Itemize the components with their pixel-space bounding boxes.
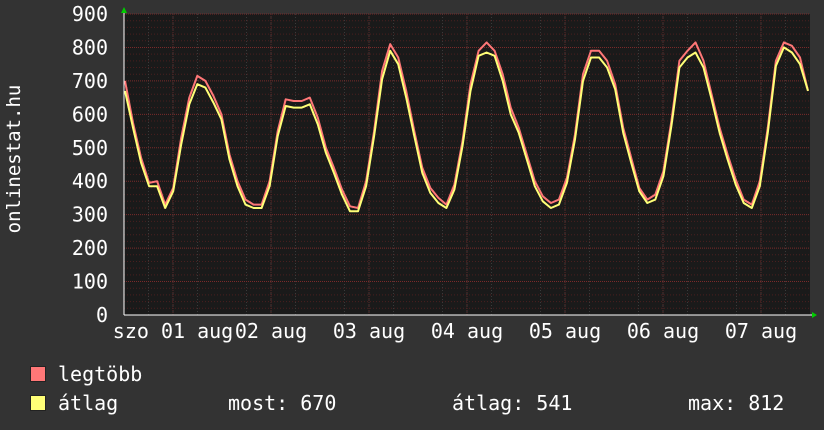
legend-item-avg: átlag <box>30 391 118 415</box>
x-tick-label: 06 aug <box>627 319 699 343</box>
x-tick-label: 07 aug <box>725 319 797 343</box>
legend-label-avg: átlag <box>58 391 119 415</box>
y-tick-label: 800 <box>72 35 108 59</box>
x-tick-label: szo 01 aug <box>113 319 233 343</box>
stat-maximum: max: 812 <box>688 391 785 415</box>
legend-swatch-max <box>30 366 46 382</box>
x-tick-label: 05 aug <box>529 319 601 343</box>
x-tick-label: 03 aug <box>333 319 405 343</box>
legend-item-max: legtöbb <box>30 362 142 386</box>
y-tick-labels: 0 100 200 300 400 500 600 700 800 900 <box>72 2 108 327</box>
y-axis-label: onlinestat.hu <box>3 84 25 234</box>
stat-now: most: 670 <box>228 391 337 415</box>
y-tick-label: 700 <box>72 69 108 93</box>
y-tick-label: 400 <box>72 169 108 193</box>
y-tick-label: 100 <box>72 270 108 294</box>
legend-swatch-avg <box>30 395 46 411</box>
y-axis-arrow <box>121 7 127 13</box>
y-tick-label: 900 <box>72 2 108 26</box>
stat-average: átlag: 541 <box>452 391 573 415</box>
x-tick-labels: szo 01 aug 02 aug 03 aug 04 aug 05 aug 06 aug… <box>113 319 797 343</box>
y-tick-label: 200 <box>72 236 108 260</box>
x-tick-label: 02 aug <box>235 319 307 343</box>
x-tick-label: 04 aug <box>431 319 503 343</box>
y-tick-label: 0 <box>96 303 108 327</box>
y-tick-label: 600 <box>72 102 108 126</box>
legend-label-max: legtöbb <box>58 362 143 386</box>
y-tick-label: 300 <box>72 203 108 227</box>
y-tick-label: 500 <box>72 136 108 160</box>
x-axis-arrow <box>812 312 817 318</box>
